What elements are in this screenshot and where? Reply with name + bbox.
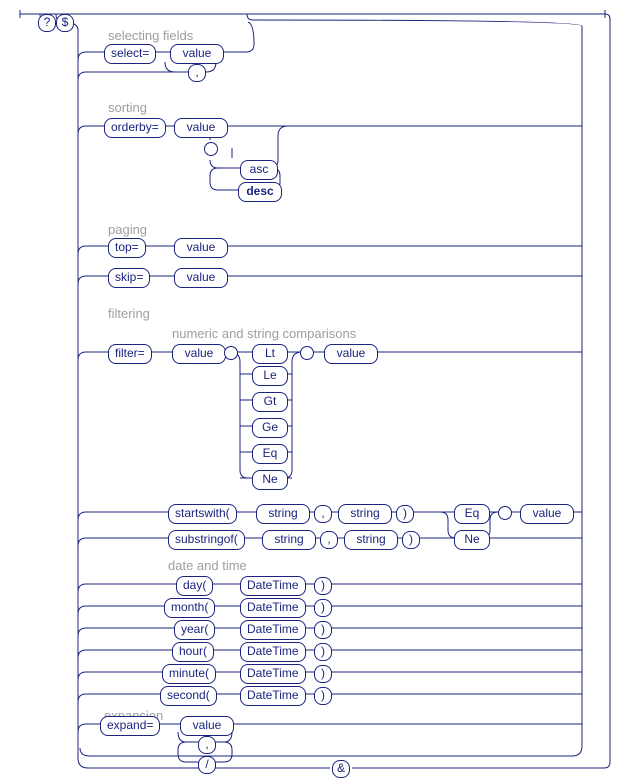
datetime-token-5: DateTime [240,664,306,684]
Le-token: Le [252,366,288,386]
comma-token-2: , [314,505,332,523]
junction-dot-3 [300,346,314,360]
startswith-token: startswith( [168,504,237,524]
string-token-2: string [338,504,392,524]
year-token: year( [174,620,215,640]
rparen-hour: ) [314,643,332,661]
hour-token: hour( [172,642,214,662]
comma-token-3: , [320,531,338,549]
question-mark-token: ? [38,14,56,32]
junction-dot-4 [498,506,512,520]
value-token-4: value [174,268,228,288]
Eq-token-2: Eq [454,504,490,524]
junction-dot-2 [224,346,238,360]
rail-lines [0,0,625,782]
comma-token-1: , [188,64,206,82]
ampersand-token: & [332,760,350,778]
Ne-token: Ne [252,470,288,490]
rparen-token-2: ) [402,531,420,549]
syntax-railroad-diagram: ? $ selecting fields select= value , sor… [0,0,625,782]
substringof-token: substringof( [168,530,245,550]
string-token-3: string [262,530,316,550]
day-token: day( [176,576,213,596]
skip-token: skip= [108,268,150,288]
rparen-second: ) [314,687,332,705]
value-token-8: value [180,716,234,736]
rparen-day: ) [314,577,332,595]
comma-token-4: , [198,736,216,754]
junction-dot-1 [204,142,218,156]
datetime-token-4: DateTime [240,642,306,662]
value-token-5: value [172,344,226,364]
label-filtering: filtering [108,306,150,321]
value-token-6: value [324,344,378,364]
label-filtering-sub: numeric and string comparisons [172,326,356,341]
second-token: second( [160,686,217,706]
orderby-token: orderby= [104,118,166,138]
Eq-token: Eq [252,444,288,464]
value-token-2: value [174,118,228,138]
string-token-4: string [344,530,398,550]
filter-token: filter= [108,344,152,364]
string-token-1: string [256,504,310,524]
label-selecting: selecting fields [108,28,193,43]
rparen-minute: ) [314,665,332,683]
value-token-7: value [520,504,574,524]
dollar-token: $ [56,14,74,32]
datetime-token-6: DateTime [240,686,306,706]
slash-token: / [198,756,216,774]
value-token-3: value [174,238,228,258]
Ne-token-2: Ne [454,530,490,550]
label-paging: paging [108,222,147,237]
datetime-token-3: DateTime [240,620,306,640]
month-token: month( [164,598,215,618]
desc-token: desc [238,182,282,202]
top-token: top= [108,238,146,258]
value-token-1: value [170,44,224,64]
rparen-token-1: ) [396,505,414,523]
rparen-year: ) [314,621,332,639]
label-sorting: sorting [108,100,147,115]
select-token: select= [104,44,156,64]
label-datetime: date and time [168,558,247,573]
expand-token: expand= [100,716,160,736]
Gt-token: Gt [252,392,288,412]
asc-token: asc [240,160,278,180]
minute-token: minute( [162,664,216,684]
rparen-month: ) [314,599,332,617]
Ge-token: Ge [252,418,288,438]
datetime-token-1: DateTime [240,576,306,596]
Lt-token: Lt [252,344,288,364]
datetime-token-2: DateTime [240,598,306,618]
